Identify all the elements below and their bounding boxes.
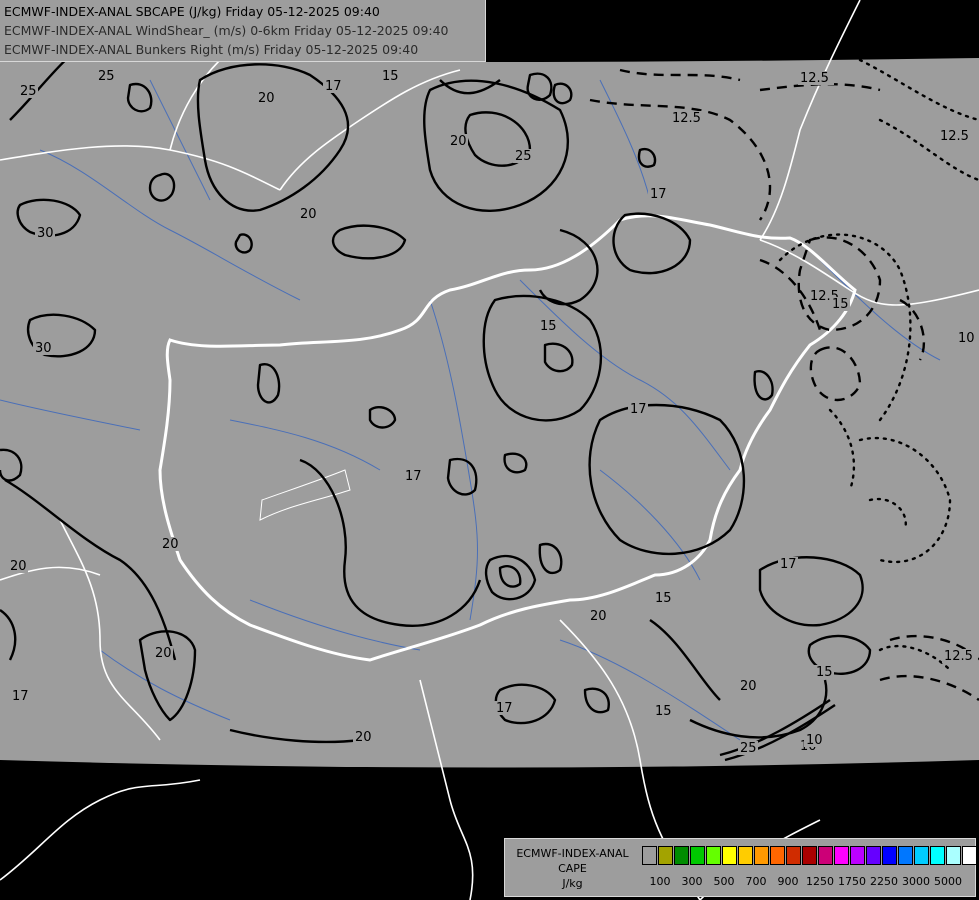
contour-label: 17 bbox=[630, 402, 647, 417]
legend-tick-label: 100 bbox=[649, 875, 671, 888]
legend-swatch bbox=[674, 846, 689, 865]
contour-label: 20 bbox=[10, 559, 27, 574]
contour-label: 12.5 bbox=[800, 71, 829, 86]
contour-label: 25 bbox=[20, 84, 37, 99]
legend-swatch bbox=[898, 846, 913, 865]
legend-title-field: CAPE bbox=[558, 862, 587, 875]
legend-tick-label: 3000 bbox=[902, 875, 930, 888]
contour-label: 25 bbox=[740, 741, 757, 756]
contour-label: 15 bbox=[540, 319, 557, 334]
contour-label: 20 bbox=[450, 134, 467, 149]
legend-tick-label: 700 bbox=[745, 875, 767, 888]
cape-legend: ECMWF-INDEX-ANAL CAPE J/kg 100 300 500 700 9… bbox=[504, 838, 978, 897]
legend-swatch bbox=[770, 846, 785, 865]
contour-label: 20 bbox=[155, 646, 172, 661]
contour-label: 25 bbox=[515, 149, 532, 164]
outside-domain-top bbox=[486, 0, 979, 62]
legend-swatch bbox=[850, 846, 865, 865]
legend-swatch bbox=[642, 846, 657, 865]
legend-title-model: ECMWF-INDEX-ANAL bbox=[516, 847, 629, 860]
legend-swatch bbox=[946, 846, 961, 865]
legend-tick-label: 500 bbox=[713, 875, 735, 888]
legend-tick-label: 2250 bbox=[870, 875, 898, 888]
data-domain bbox=[0, 0, 979, 768]
legend-tick-label: 900 bbox=[777, 875, 799, 888]
contour-label: 30 bbox=[37, 226, 54, 241]
contour-label: 12.5 bbox=[672, 111, 701, 126]
legend-swatch bbox=[786, 846, 801, 865]
contour-label: 15 bbox=[655, 704, 672, 719]
contour-label: 20 bbox=[355, 730, 372, 745]
contour-label: 30 bbox=[35, 341, 52, 356]
contour-label: 12.5 bbox=[940, 129, 969, 144]
contour-label: 15 bbox=[832, 297, 849, 312]
legend-swatch bbox=[722, 846, 737, 865]
contour-label: 10 bbox=[806, 733, 823, 748]
contour-label: 15 bbox=[382, 69, 399, 84]
weather-map: 25 25 20 17 15 12.5 12.5 12.5 20 25 30 20 17 15 12.5 10… bbox=[0, 0, 979, 900]
legend-tick-label: 5000 bbox=[934, 875, 962, 888]
title-windshear: ECMWF-INDEX-ANAL WindShear_ (m/s) 0-6km … bbox=[4, 23, 449, 38]
legend-swatch bbox=[882, 846, 897, 865]
title-sbcape: ECMWF-INDEX-ANAL SBCAPE (J/kg) Friday 05… bbox=[4, 4, 380, 19]
legend-swatches bbox=[642, 846, 978, 865]
legend-swatch bbox=[706, 846, 721, 865]
contour-label: 15 bbox=[816, 665, 833, 680]
contour-label: 20 bbox=[162, 537, 179, 552]
legend-swatch bbox=[818, 846, 833, 865]
contour-label: 20 bbox=[590, 609, 607, 624]
legend-swatch bbox=[690, 846, 705, 865]
legend-swatch bbox=[962, 846, 977, 865]
contour-label: 20 bbox=[740, 679, 757, 694]
legend-swatch bbox=[914, 846, 929, 865]
title-bunkers: ECMWF-INDEX-ANAL Bunkers Right (m/s) Fri… bbox=[4, 42, 419, 57]
legend-swatch bbox=[866, 846, 881, 865]
contour-label: 17 bbox=[496, 701, 513, 716]
legend-swatch bbox=[738, 846, 753, 865]
legend-ticks: 100 300 500 700 900 1250 1750 2250 3000 5000 bbox=[642, 875, 972, 889]
legend-swatch bbox=[834, 846, 849, 865]
contour-label: 25 bbox=[98, 69, 115, 84]
contour-label: 17 bbox=[780, 557, 797, 572]
contour-label: 17 bbox=[12, 689, 29, 704]
contour-label: 10 bbox=[958, 331, 975, 346]
contour-label: 15 bbox=[655, 591, 672, 606]
legend-tick-label: 1750 bbox=[838, 875, 866, 888]
legend-swatch bbox=[802, 846, 817, 865]
legend-title-unit: J/kg bbox=[562, 877, 583, 890]
legend-tick-label: 1250 bbox=[806, 875, 834, 888]
contour-label: 17 bbox=[405, 469, 422, 484]
map-title-box: ECMWF-INDEX-ANAL SBCAPE (J/kg) Friday 05… bbox=[0, 0, 486, 62]
legend-swatch bbox=[930, 846, 945, 865]
contour-label: 12.5 bbox=[944, 649, 973, 664]
legend-title: ECMWF-INDEX-ANAL CAPE J/kg bbox=[505, 846, 640, 891]
contour-label: 17 bbox=[650, 187, 667, 202]
contour-label: 20 bbox=[300, 207, 317, 222]
legend-tick-label: 300 bbox=[681, 875, 703, 888]
contour-label: 17 bbox=[325, 79, 342, 94]
legend-swatch bbox=[754, 846, 769, 865]
contour-label: 20 bbox=[258, 91, 275, 106]
legend-swatch bbox=[658, 846, 673, 865]
